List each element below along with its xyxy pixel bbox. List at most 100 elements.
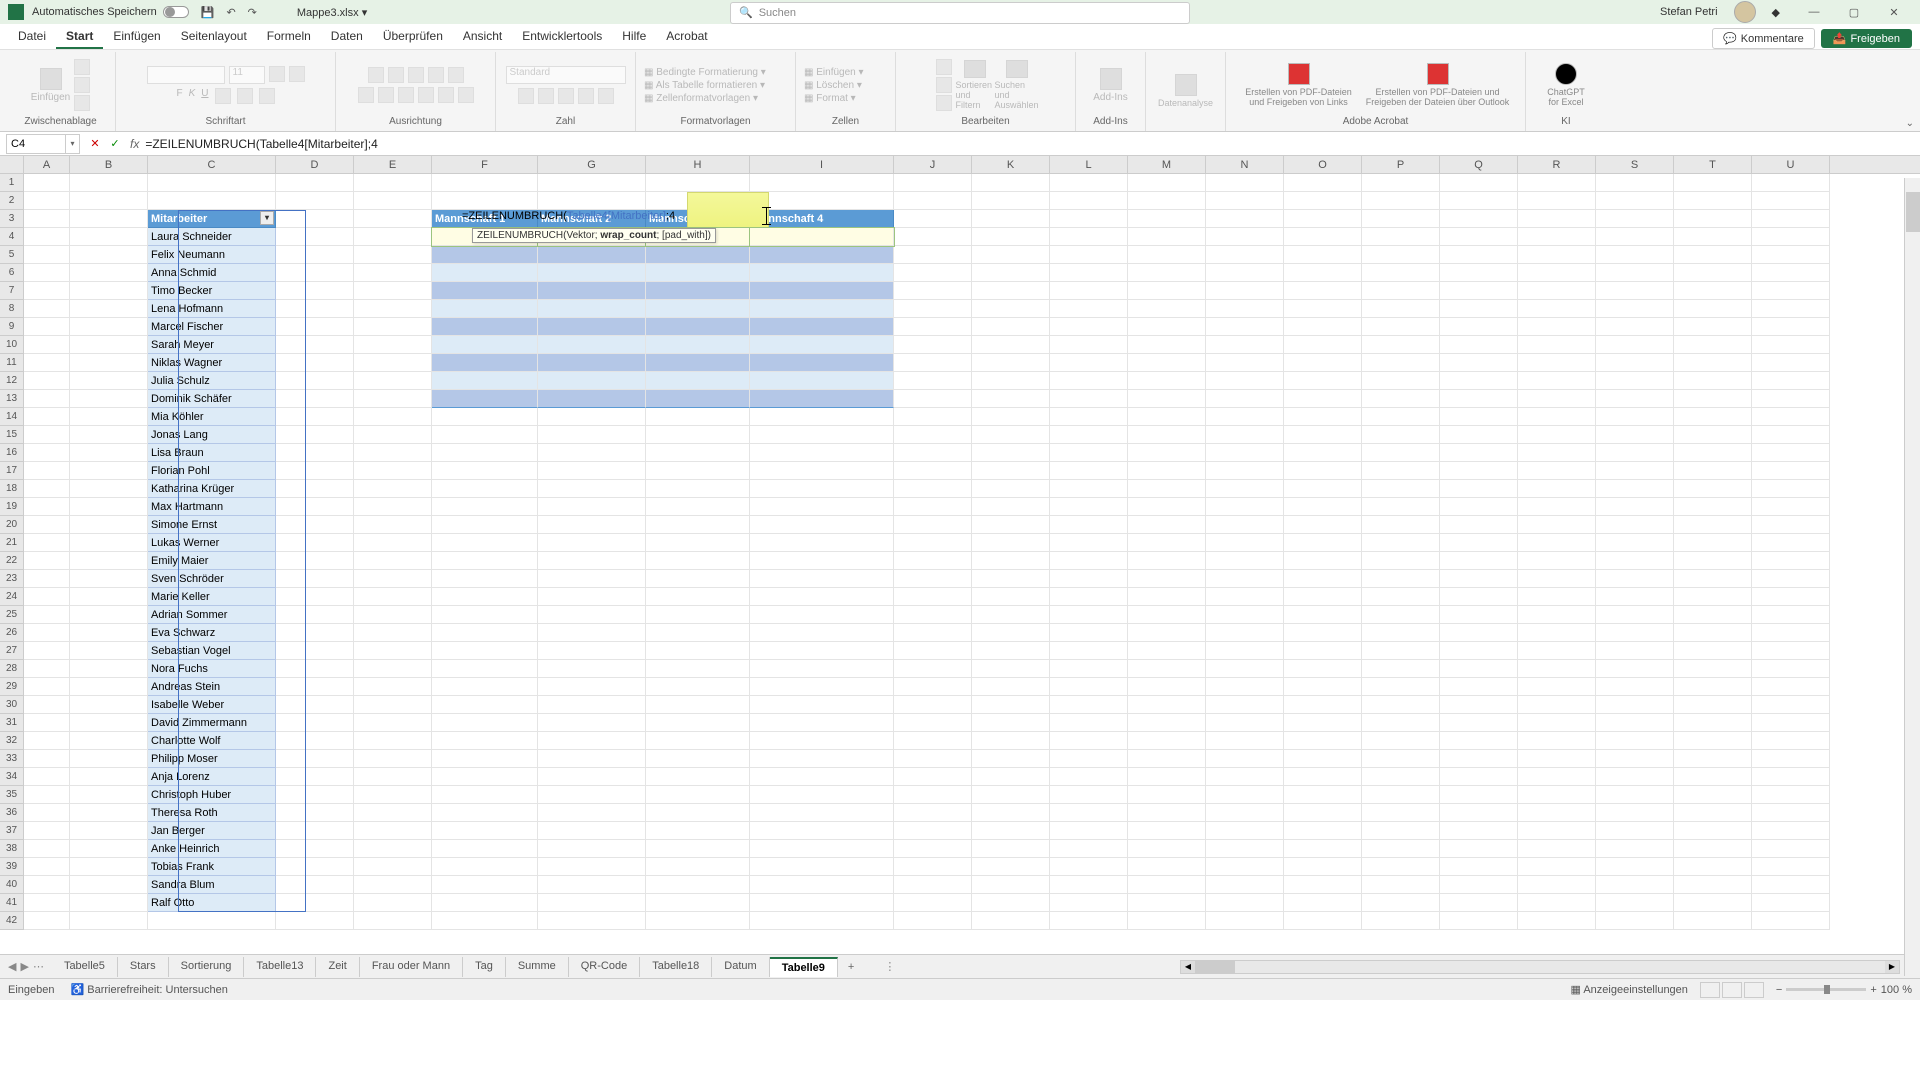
- cell-R21[interactable]: [1518, 534, 1596, 552]
- comma-icon[interactable]: [558, 88, 574, 104]
- cell-J24[interactable]: [894, 588, 972, 606]
- cell-N32[interactable]: [1206, 732, 1284, 750]
- cell-M39[interactable]: [1128, 858, 1206, 876]
- cell-K37[interactable]: [972, 822, 1050, 840]
- cell-H41[interactable]: [646, 894, 750, 912]
- cell-J30[interactable]: [894, 696, 972, 714]
- cell-D1[interactable]: [276, 174, 354, 192]
- share-button[interactable]: 📤 Freigeben: [1821, 29, 1912, 48]
- fill-icon[interactable]: [936, 77, 952, 93]
- cell-N11[interactable]: [1206, 354, 1284, 372]
- row-header-12[interactable]: 12: [0, 372, 24, 390]
- cell-M38[interactable]: [1128, 840, 1206, 858]
- cell-L10[interactable]: [1050, 336, 1128, 354]
- cell-R18[interactable]: [1518, 480, 1596, 498]
- username[interactable]: Stefan Petri: [1660, 6, 1717, 18]
- cell-C15[interactable]: Jonas Lang: [148, 426, 276, 444]
- cell-K11[interactable]: [972, 354, 1050, 372]
- cell-I23[interactable]: [750, 570, 894, 588]
- cell-Q31[interactable]: [1440, 714, 1518, 732]
- cell-H33[interactable]: [646, 750, 750, 768]
- cancel-formula-icon[interactable]: ✕: [86, 137, 104, 150]
- cell-U27[interactable]: [1752, 642, 1830, 660]
- cell-C13[interactable]: Dominik Schäfer: [148, 390, 276, 408]
- cell-H13[interactable]: [646, 390, 750, 408]
- cell-I27[interactable]: [750, 642, 894, 660]
- cell-H27[interactable]: [646, 642, 750, 660]
- cell-A36[interactable]: [24, 804, 70, 822]
- cell-N3[interactable]: [1206, 210, 1284, 228]
- cell-U9[interactable]: [1752, 318, 1830, 336]
- cell-T3[interactable]: [1674, 210, 1752, 228]
- menu-tab-hilfe[interactable]: Hilfe: [612, 25, 656, 49]
- cell-O41[interactable]: [1284, 894, 1362, 912]
- cell-F25[interactable]: [432, 606, 538, 624]
- cell-D26[interactable]: [276, 624, 354, 642]
- row-header-38[interactable]: 38: [0, 840, 24, 858]
- row-header-14[interactable]: 14: [0, 408, 24, 426]
- cell-R17[interactable]: [1518, 462, 1596, 480]
- cell-T20[interactable]: [1674, 516, 1752, 534]
- format-table[interactable]: ▦ Als Tabelle formatieren ▾: [644, 80, 765, 91]
- cell-P39[interactable]: [1362, 858, 1440, 876]
- row-header-30[interactable]: 30: [0, 696, 24, 714]
- cell-K7[interactable]: [972, 282, 1050, 300]
- cell-O8[interactable]: [1284, 300, 1362, 318]
- col-header-S[interactable]: S: [1596, 156, 1674, 173]
- cell-G35[interactable]: [538, 786, 646, 804]
- cell-C32[interactable]: Charlotte Wolf: [148, 732, 276, 750]
- zoom-level[interactable]: 100 %: [1881, 984, 1912, 996]
- cell-O21[interactable]: [1284, 534, 1362, 552]
- row-header-13[interactable]: 13: [0, 390, 24, 408]
- cell-M24[interactable]: [1128, 588, 1206, 606]
- cell-S18[interactable]: [1596, 480, 1674, 498]
- cell-K35[interactable]: [972, 786, 1050, 804]
- cell-K18[interactable]: [972, 480, 1050, 498]
- cell-S29[interactable]: [1596, 678, 1674, 696]
- cell-E3[interactable]: [354, 210, 432, 228]
- cell-N36[interactable]: [1206, 804, 1284, 822]
- cell-C40[interactable]: Sandra Blum: [148, 876, 276, 894]
- cell-A7[interactable]: [24, 282, 70, 300]
- cell-H19[interactable]: [646, 498, 750, 516]
- cell-O9[interactable]: [1284, 318, 1362, 336]
- cell-Q15[interactable]: [1440, 426, 1518, 444]
- cell-O17[interactable]: [1284, 462, 1362, 480]
- cell-G13[interactable]: [538, 390, 646, 408]
- filename[interactable]: Mappe3.xlsx ▾: [297, 6, 367, 19]
- cell-P10[interactable]: [1362, 336, 1440, 354]
- cell-R29[interactable]: [1518, 678, 1596, 696]
- cell-R40[interactable]: [1518, 876, 1596, 894]
- col-header-L[interactable]: L: [1050, 156, 1128, 173]
- cell-D16[interactable]: [276, 444, 354, 462]
- cell-R37[interactable]: [1518, 822, 1596, 840]
- cell-L21[interactable]: [1050, 534, 1128, 552]
- cell-U41[interactable]: [1752, 894, 1830, 912]
- formula-input[interactable]: =ZEILENUMBRUCH(Tabelle4[Mitarbeiter];4: [145, 137, 1920, 151]
- cell-S37[interactable]: [1596, 822, 1674, 840]
- cell-K9[interactable]: [972, 318, 1050, 336]
- cell-I42[interactable]: [750, 912, 894, 930]
- cell-Q38[interactable]: [1440, 840, 1518, 858]
- cell-S6[interactable]: [1596, 264, 1674, 282]
- align-right-icon[interactable]: [398, 87, 414, 103]
- cell-A21[interactable]: [24, 534, 70, 552]
- cell-K10[interactable]: [972, 336, 1050, 354]
- cell-F21[interactable]: [432, 534, 538, 552]
- cell-M5[interactable]: [1128, 246, 1206, 264]
- cell-R8[interactable]: [1518, 300, 1596, 318]
- cell-M23[interactable]: [1128, 570, 1206, 588]
- cell-T41[interactable]: [1674, 894, 1752, 912]
- cell-J8[interactable]: [894, 300, 972, 318]
- cell-U5[interactable]: [1752, 246, 1830, 264]
- cell-N40[interactable]: [1206, 876, 1284, 894]
- cell-N21[interactable]: [1206, 534, 1284, 552]
- currency-icon[interactable]: [518, 88, 534, 104]
- cell-M21[interactable]: [1128, 534, 1206, 552]
- font-size[interactable]: 11: [229, 66, 265, 84]
- merge-icon[interactable]: [458, 87, 474, 103]
- cell-M29[interactable]: [1128, 678, 1206, 696]
- cell-M7[interactable]: [1128, 282, 1206, 300]
- cell-H16[interactable]: [646, 444, 750, 462]
- cell-E32[interactable]: [354, 732, 432, 750]
